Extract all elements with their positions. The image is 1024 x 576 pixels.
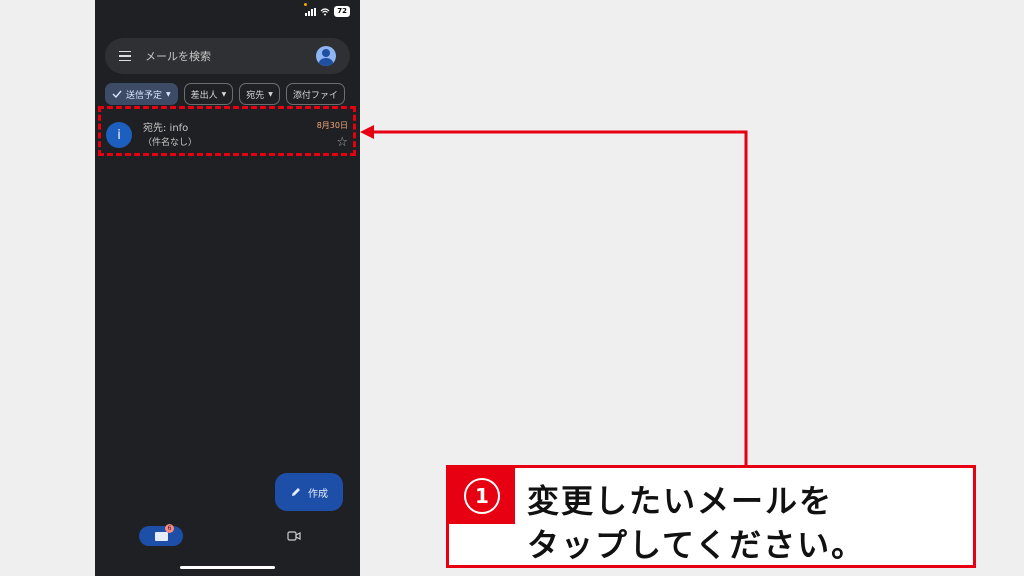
video-icon[interactable] bbox=[287, 531, 301, 541]
chevron-down-icon: ▼ bbox=[221, 90, 227, 98]
chip-label: 宛先 bbox=[246, 90, 265, 101]
chip-from[interactable]: 差出人 ▼ bbox=[183, 83, 234, 105]
compose-label: 作成 bbox=[308, 488, 328, 500]
home-indicator bbox=[180, 566, 275, 569]
chip-attachment[interactable]: 添付ファイ bbox=[285, 83, 345, 105]
instruction-line-1: 変更したいメールを bbox=[527, 482, 834, 520]
chevron-down-icon: ▼ bbox=[268, 90, 273, 98]
menu-icon[interactable] bbox=[119, 50, 131, 62]
search-bar[interactable]: メールを検索 bbox=[105, 38, 350, 74]
battery-icon: 72 bbox=[334, 6, 350, 17]
wifi-icon bbox=[320, 7, 330, 15]
unread-badge: 6 bbox=[165, 524, 174, 533]
chip-label: 添付ファイ bbox=[292, 90, 338, 101]
nav-mail-tab[interactable]: 6 bbox=[139, 524, 183, 546]
step-number-box: 1 bbox=[449, 468, 515, 524]
highlight-box bbox=[98, 106, 356, 156]
mail-icon bbox=[154, 531, 168, 541]
instruction-line-2: タップしてください。 bbox=[527, 526, 866, 564]
signal-icon bbox=[305, 7, 317, 16]
pencil-icon bbox=[292, 488, 300, 496]
phone-screen: 72 メールを検索 送信予定 ▼ 差出人 ▼ 宛先 ▼ 添付ファイ i 宛先: … bbox=[95, 0, 360, 576]
step-number: 1 bbox=[464, 478, 500, 514]
status-bar: 72 bbox=[304, 3, 350, 17]
chip-label: 差出人 bbox=[190, 90, 218, 101]
filter-chips: 送信予定 ▼ 差出人 ▼ 宛先 ▼ 添付ファイ bbox=[105, 83, 345, 105]
chip-label: 送信予定 bbox=[126, 90, 163, 101]
chevron-down-icon: ▼ bbox=[166, 90, 171, 98]
privacy-indicator bbox=[304, 3, 308, 6]
chip-scheduled[interactable]: 送信予定 ▼ bbox=[105, 83, 178, 105]
compose-button[interactable]: 作成 bbox=[275, 473, 343, 511]
check-icon bbox=[112, 90, 122, 98]
chip-to[interactable]: 宛先 ▼ bbox=[239, 83, 280, 105]
avatar[interactable] bbox=[316, 46, 336, 66]
search-placeholder[interactable]: メールを検索 bbox=[145, 48, 316, 64]
instruction-callout: 1 変更したいメールを タップしてください。 bbox=[446, 465, 976, 568]
